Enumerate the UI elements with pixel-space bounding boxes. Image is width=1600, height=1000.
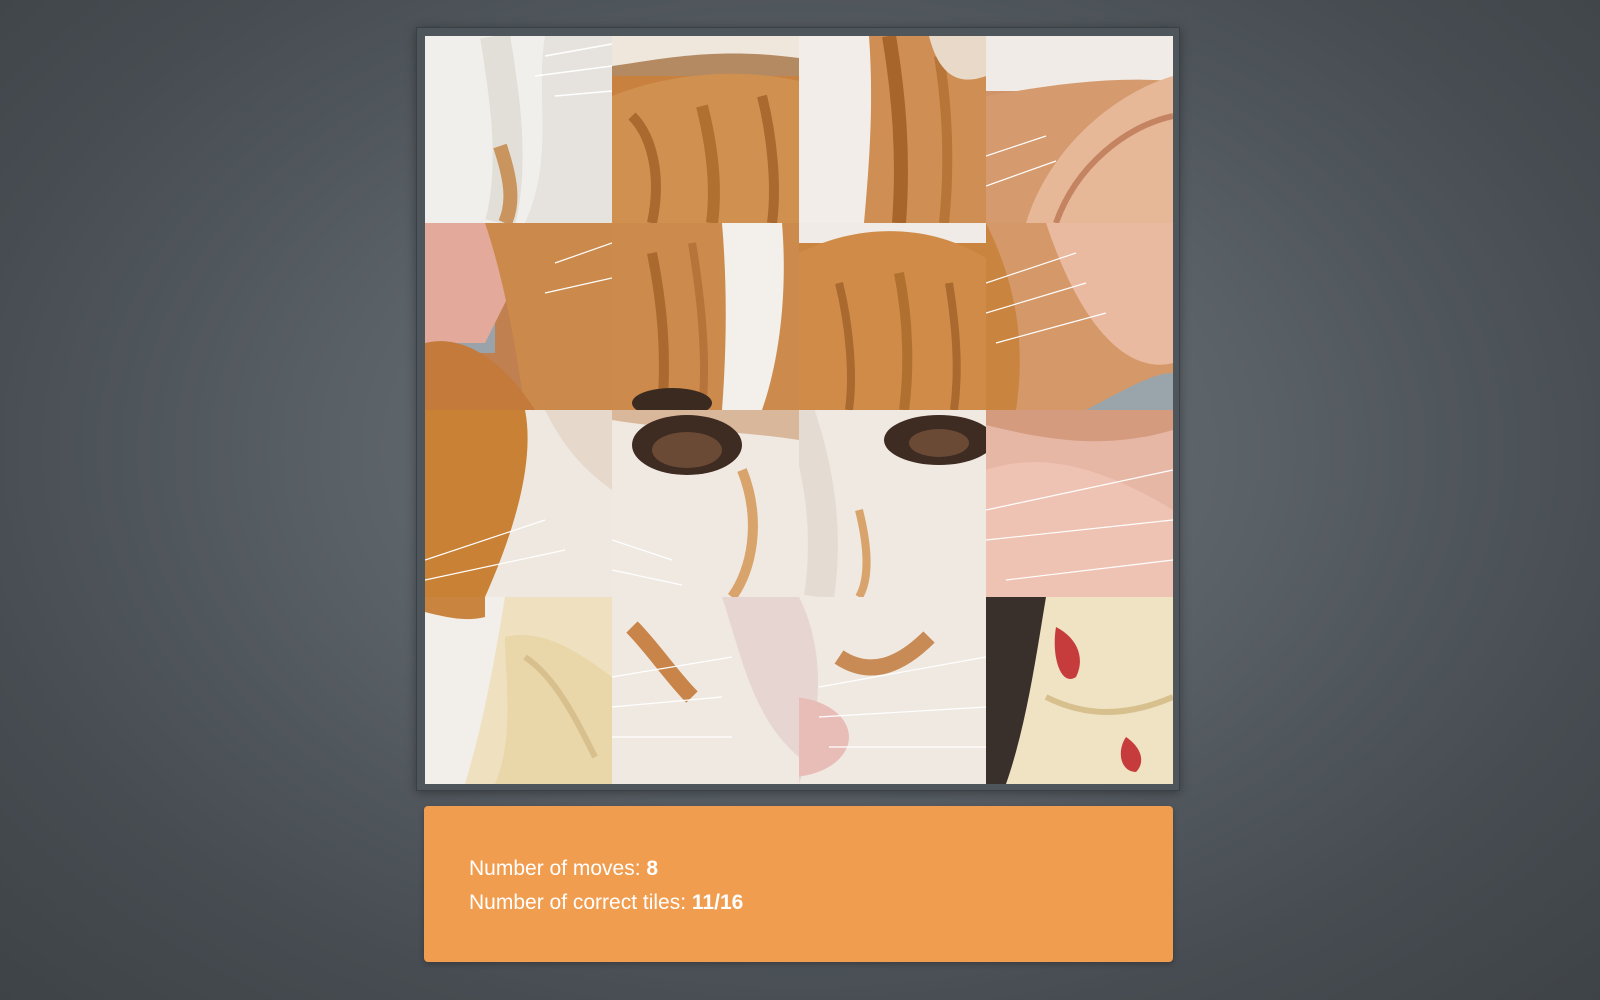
puzzle-tile-1[interactable] xyxy=(425,36,612,223)
tile-image-inner-ear xyxy=(986,410,1173,597)
puzzle-tile-15[interactable] xyxy=(799,597,986,784)
tile-image-blaze xyxy=(612,223,799,410)
correct-tiles-row: Number of correct tiles: 11/16 xyxy=(469,886,1128,920)
tile-image-fur xyxy=(425,36,612,223)
tile-image-forehead xyxy=(612,36,799,223)
tile-image-muzzle xyxy=(612,597,799,784)
correct-tiles-label: Number of correct tiles: xyxy=(469,891,692,914)
puzzle-board xyxy=(425,36,1173,784)
puzzle-tile-12[interactable] xyxy=(986,410,1173,597)
puzzle-tile-5[interactable] xyxy=(425,223,612,410)
puzzle-tile-16[interactable] xyxy=(986,597,1173,784)
puzzle-tile-8[interactable] xyxy=(986,223,1173,410)
status-panel: Number of moves: 8 Number of correct til… xyxy=(424,806,1173,962)
tile-image-paw-pillow xyxy=(425,597,612,784)
moves-count: 8 xyxy=(646,857,659,880)
puzzle-tile-4[interactable] xyxy=(986,36,1173,223)
puzzle-frame xyxy=(416,27,1180,791)
tile-image-right-ear xyxy=(986,223,1173,410)
moves-row: Number of moves: 8 xyxy=(469,852,1128,886)
moves-label: Number of moves: xyxy=(469,857,647,880)
tile-image-pillow xyxy=(986,597,1173,784)
tile-image-left-eye xyxy=(612,410,799,597)
puzzle-tile-11[interactable] xyxy=(799,410,986,597)
puzzle-tile-2[interactable] xyxy=(612,36,799,223)
puzzle-tile-3[interactable] xyxy=(799,36,986,223)
tile-image-nose xyxy=(799,597,986,784)
puzzle-tile-9[interactable] xyxy=(425,410,612,597)
tile-image-stripe xyxy=(799,36,986,223)
puzzle-tile-7[interactable] xyxy=(799,223,986,410)
tile-image-head-top xyxy=(799,223,986,410)
tile-image-left-cheek xyxy=(425,410,612,597)
tile-image-ear-top xyxy=(986,36,1173,223)
puzzle-tile-6[interactable] xyxy=(612,223,799,410)
correct-tiles-count: 11/16 xyxy=(691,891,744,914)
tile-image-left-ear xyxy=(425,223,612,410)
puzzle-tile-14[interactable] xyxy=(612,597,799,784)
tile-image-right-eye xyxy=(799,410,986,597)
puzzle-tile-13[interactable] xyxy=(425,597,612,784)
puzzle-tile-10[interactable] xyxy=(612,410,799,597)
